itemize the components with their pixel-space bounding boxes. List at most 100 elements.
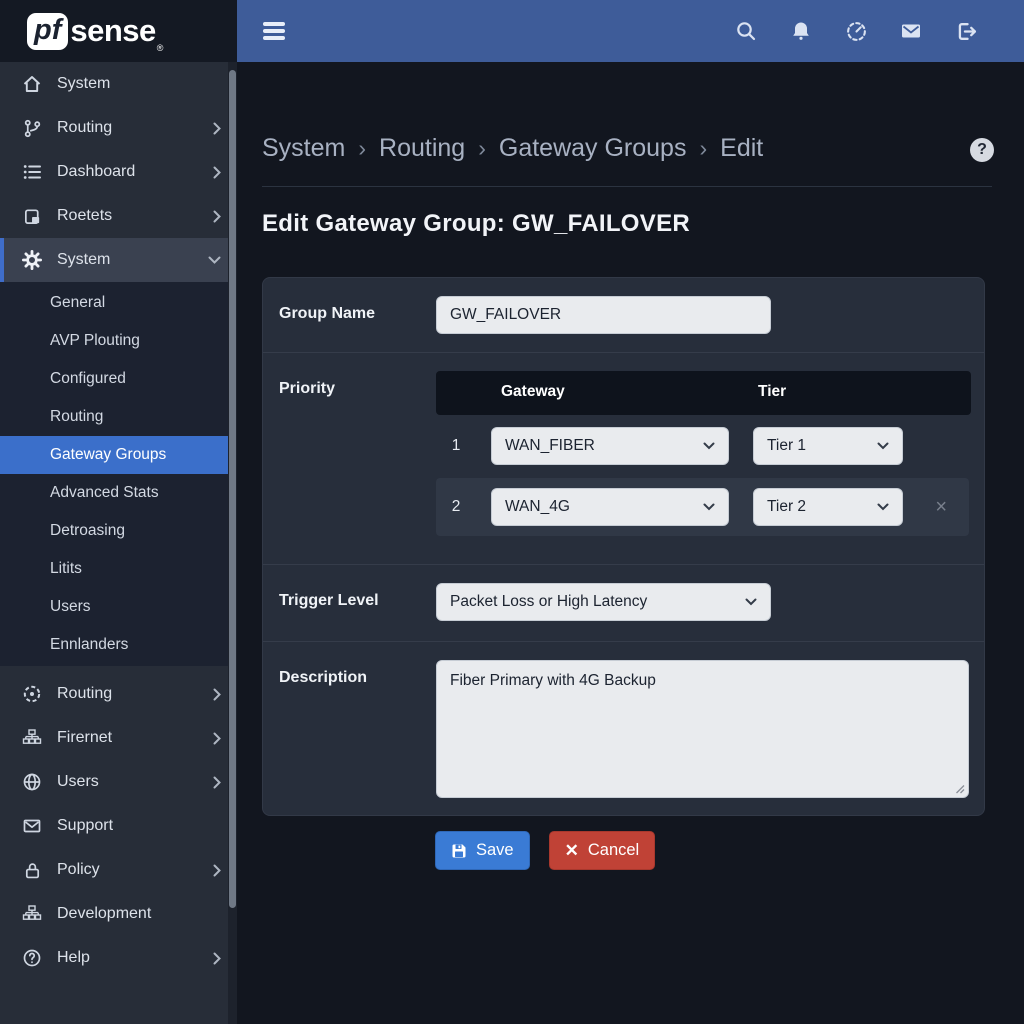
group-name-input[interactable]: GW_FAILOVER [436, 296, 771, 334]
logo-text: sense [70, 13, 155, 49]
submenu-item-routing[interactable]: Routing [0, 398, 237, 436]
page-title: Edit Gateway Group: GW_FAILOVER [262, 210, 690, 238]
chevron-right-icon [213, 864, 221, 877]
chevron-down-icon [703, 503, 715, 511]
breadcrumb-gateway-groups[interactable]: Gateway Groups [499, 134, 687, 163]
sidebar-item-label: Routing [57, 119, 112, 137]
certificate-icon [20, 207, 44, 226]
submenu-label: Routing [50, 408, 103, 426]
top-nav-bar [237, 0, 1024, 62]
sidebar-item-label: Development [57, 905, 151, 923]
notifications-bell-icon[interactable] [789, 19, 813, 43]
description-textarea[interactable]: Fiber Primary with 4G Backup [436, 660, 969, 798]
priority-row-2: 2 WAN_4G Tier 2 [436, 478, 969, 536]
breadcrumb-separator: › [358, 135, 366, 162]
save-button[interactable]: Save [435, 831, 530, 870]
code-branch-icon [20, 119, 44, 138]
submenu-label: Litits [50, 560, 82, 578]
tier-select-value: Tier 1 [767, 437, 806, 455]
sidebar-item-system[interactable]: System [0, 62, 237, 106]
submenu-label: Advanced Stats [50, 484, 159, 502]
chevron-right-icon [213, 122, 221, 135]
sidebar-item-label: Roetets [57, 207, 112, 225]
sidebar-item-roetets[interactable]: Roetets [0, 194, 237, 238]
submenu-item-gateway-groups[interactable]: Gateway Groups [0, 436, 237, 474]
submenu-item-advanced-stats[interactable]: Advanced Stats [0, 474, 237, 512]
chevron-right-icon [213, 732, 221, 745]
priority-table-header: Gateway Tier [436, 371, 971, 415]
resize-grip-icon[interactable] [954, 783, 965, 794]
chevron-right-icon [213, 688, 221, 701]
search-icon[interactable] [734, 19, 758, 43]
gateway-select-2[interactable]: WAN_4G [491, 488, 729, 526]
pfsense-logo[interactable]: pf sense ® [0, 0, 237, 62]
chevron-right-icon [213, 776, 221, 789]
sidebar-item-firernet[interactable]: Firernet [0, 716, 237, 760]
sidebar-item-support[interactable]: Support [0, 804, 237, 848]
sitemap-icon [20, 904, 44, 924]
sidebar-item-development[interactable]: Development [0, 892, 237, 936]
save-button-label: Save [476, 841, 514, 860]
submenu-item-litits[interactable]: Litits [0, 550, 237, 588]
sign-out-icon[interactable] [954, 19, 978, 43]
sidebar-item-system-expanded[interactable]: System [0, 238, 237, 282]
globe-icon [20, 772, 44, 792]
breadcrumb-separator: › [699, 135, 707, 162]
submenu-item-avp-plouting[interactable]: AVP Plouting [0, 322, 237, 360]
route-icon [20, 684, 44, 704]
priority-row-1: 1 WAN_FIBER Tier 1 [436, 427, 971, 465]
lock-icon [20, 861, 44, 880]
priority-row: Priority Gateway Tier 1 WAN_FIBER [263, 353, 984, 565]
gateway-select-1[interactable]: WAN_FIBER [491, 427, 729, 465]
breadcrumb-edit[interactable]: Edit [720, 134, 763, 163]
sidebar-item-users[interactable]: Users [0, 760, 237, 804]
gateway-select-value: WAN_FIBER [505, 437, 595, 455]
submenu-item-general[interactable]: General [0, 284, 237, 322]
submenu-label: Gateway Groups [50, 446, 166, 464]
group-name-row: Group Name GW_FAILOVER [263, 278, 984, 353]
chevron-right-icon [213, 952, 221, 965]
tier-select-2[interactable]: Tier 2 [753, 488, 903, 526]
help-icon[interactable]: ? [970, 138, 994, 162]
sidebar-item-help[interactable]: Help [0, 936, 237, 980]
breadcrumb-separator: › [478, 135, 486, 162]
priority-table: Gateway Tier 1 WAN_FIBER Tier 1 [436, 371, 971, 536]
submenu-item-ennlanders[interactable]: Ennlanders [0, 626, 237, 664]
gateway-select-value: WAN_4G [505, 498, 570, 516]
cancel-button[interactable]: ✕ Cancel [549, 831, 656, 870]
sidebar-item-dashboard[interactable]: Dashboard [0, 150, 237, 194]
list-icon [20, 162, 44, 182]
submenu-item-configured[interactable]: Configured [0, 360, 237, 398]
chevron-down-icon [208, 256, 221, 264]
logo-registered-mark: ® [157, 43, 164, 53]
chevron-down-icon [703, 442, 715, 450]
breadcrumb-routing[interactable]: Routing [379, 134, 465, 163]
chevron-right-icon [213, 210, 221, 223]
submenu-item-users[interactable]: Users [0, 588, 237, 626]
cancel-button-label: Cancel [588, 841, 639, 860]
sidebar-item-policy[interactable]: Policy [0, 848, 237, 892]
submenu-label: General [50, 294, 105, 312]
breadcrumb-system[interactable]: System [262, 134, 345, 163]
breadcrumb-divider [262, 186, 992, 187]
hamburger-menu-icon[interactable] [263, 19, 285, 44]
sidebar-item-routing-2[interactable]: Routing [0, 672, 237, 716]
sidebar-scrollbar-thumb[interactable] [229, 70, 236, 908]
mail-icon[interactable] [899, 19, 923, 43]
sidebar-item-routing[interactable]: Routing [0, 106, 237, 150]
edit-gateway-group-form: Group Name GW_FAILOVER Priority Gateway … [262, 277, 985, 816]
sidebar-item-label: System [57, 75, 110, 93]
gateway-column-header: Gateway [501, 383, 565, 401]
trigger-level-select[interactable]: Packet Loss or High Latency [436, 583, 771, 621]
sidebar-item-label: Firernet [57, 729, 112, 747]
row-index: 2 [445, 498, 467, 516]
description-value: Fiber Primary with 4G Backup [450, 672, 656, 689]
home-icon [20, 74, 44, 94]
remove-row-icon[interactable]: × [935, 497, 947, 517]
floppy-save-icon [451, 843, 467, 859]
gauge-status-icon[interactable] [844, 19, 868, 43]
description-label: Description [279, 660, 436, 797]
row-index: 1 [445, 437, 467, 455]
tier-select-1[interactable]: Tier 1 [753, 427, 903, 465]
submenu-item-detroasing[interactable]: Detroasing [0, 512, 237, 550]
